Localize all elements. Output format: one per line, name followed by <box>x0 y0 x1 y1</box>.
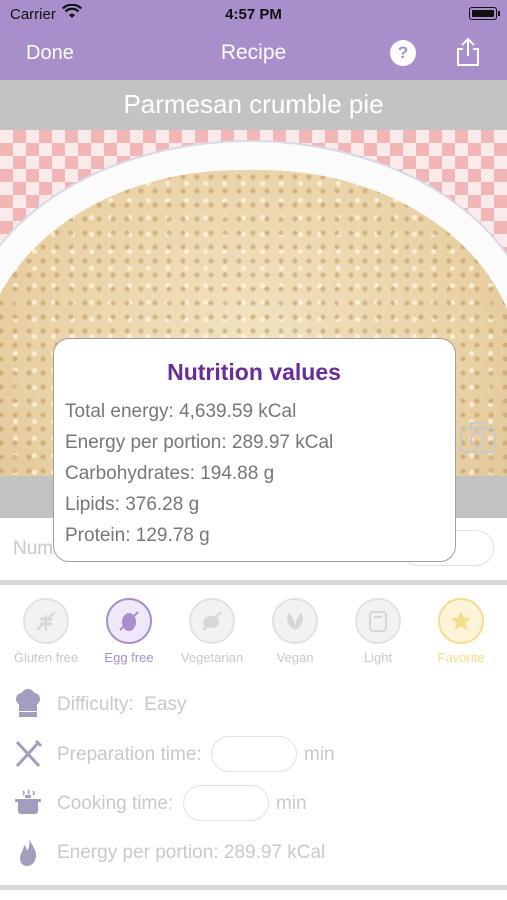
star-icon <box>438 598 484 644</box>
leaf-icon <box>272 598 318 644</box>
difficulty-row[interactable]: Difficulty: Easy <box>0 686 507 726</box>
tag-label: Vegan <box>276 650 314 665</box>
chef-hat-icon <box>12 688 44 720</box>
portions-label: Num <box>13 538 54 559</box>
egg-icon <box>106 598 152 644</box>
fork-knife-icon <box>12 738 44 770</box>
diet-tags: Gluten free Egg free Vegetarian Vegan Li… <box>0 590 507 670</box>
total-energy: Total energy: 4,639.59 kCal <box>65 401 297 422</box>
tag-vegan[interactable]: Vegan <box>255 598 335 665</box>
nutrition-popup[interactable]: Nutrition values Total energy: 4,639.59 … <box>53 338 456 562</box>
energy-value: 289.97 kCal <box>223 842 326 863</box>
protein: Protein: 129.78 g <box>65 525 210 546</box>
difficulty-label: Difficulty: <box>57 694 134 715</box>
recipe-title: Parmesan crumble pie <box>0 80 507 130</box>
tag-label: Egg free <box>104 650 154 665</box>
cooking-time-unit: min <box>276 793 307 814</box>
tag-gluten-free[interactable]: Gluten free <box>6 598 86 665</box>
difficulty-value: Easy <box>144 694 187 715</box>
status-bar: Carrier 4:57 PM <box>0 0 507 30</box>
cooking-time-input[interactable] <box>183 785 269 821</box>
tag-label: Favorite <box>437 650 485 665</box>
tag-favorite[interactable]: Favorite <box>421 598 501 665</box>
tag-label: Gluten free <box>13 650 79 665</box>
flame-icon <box>12 836 44 868</box>
prep-time-unit: min <box>304 744 335 765</box>
popup-title: Nutrition values <box>167 359 341 385</box>
tag-label: Light <box>363 650 393 665</box>
carbohydrates: Carbohydrates: 194.88 g <box>65 463 275 484</box>
cooking-time-label: Cooking time: <box>57 793 174 814</box>
help-icon[interactable]: ? <box>390 40 416 66</box>
divider <box>0 885 507 890</box>
clock: 4:57 PM <box>225 6 282 23</box>
meat-icon <box>189 598 235 644</box>
tag-label: Vegetarian <box>180 650 244 665</box>
energy-label: Energy per portion: <box>57 842 219 863</box>
divider <box>0 580 507 585</box>
energy-per-portion: Energy per portion: 289.97 kCal <box>65 432 334 453</box>
prep-time-label: Preparation time: <box>57 744 202 765</box>
share-icon[interactable] <box>455 37 481 67</box>
lipids: Lipids: 376.28 g <box>65 494 200 515</box>
cooking-time-row: Cooking time: min <box>0 785 507 825</box>
cooking-pot-icon <box>12 787 44 819</box>
energy-row: Energy per portion: 289.97 kCal <box>0 834 507 874</box>
prep-time-input[interactable] <box>211 736 297 772</box>
battery-icon <box>469 7 500 20</box>
tag-light[interactable]: Light <box>338 598 418 665</box>
tag-egg-free[interactable]: Egg free <box>89 598 169 665</box>
prep-time-row: Preparation time: min <box>0 736 507 776</box>
wheat-icon <box>23 598 69 644</box>
nav-title: Recipe <box>220 41 287 64</box>
camera-icon[interactable] <box>458 418 498 463</box>
nav-bar: Done Recipe ? <box>0 30 507 80</box>
scale-icon <box>355 598 401 644</box>
tag-vegetarian[interactable]: Vegetarian <box>172 598 252 665</box>
